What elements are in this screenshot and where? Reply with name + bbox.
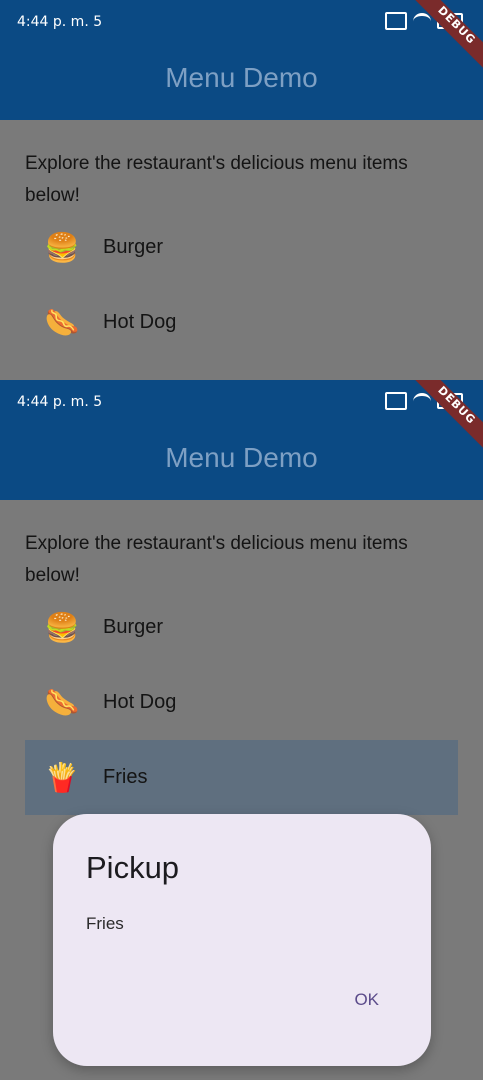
menu-item-hotdog[interactable]: 🌭 Hot Dog <box>25 285 458 360</box>
status-bar: 4:44 p. m. 5 <box>0 380 483 425</box>
fries-icon: 🍟 <box>44 761 80 794</box>
dialog-body: Fries <box>86 914 124 933</box>
burger-icon: 🍔 <box>44 611 80 644</box>
menu-item-label: Hot Dog <box>103 691 177 713</box>
ok-button[interactable]: OK <box>354 990 379 1010</box>
intro-text: Explore the restaurant's delicious menu … <box>25 153 408 206</box>
hotdog-icon: 🌭 <box>44 686 80 719</box>
hotdog-icon: 🌭 <box>44 306 80 339</box>
dialog-title: Pickup <box>86 850 180 885</box>
cast-icon <box>385 392 407 410</box>
app-bar: Menu Demo <box>0 425 483 500</box>
menu-item-label: Hot Dog <box>103 311 177 333</box>
menu-item-label: Burger <box>103 616 164 638</box>
menu-item-burger[interactable]: 🍔 Burger <box>25 590 458 665</box>
pickup-dialog: Pickup Fries OK <box>53 814 431 1066</box>
wifi-icon <box>413 392 431 410</box>
intro-text: Explore the restaurant's delicious menu … <box>25 533 408 586</box>
burger-icon: 🍔 <box>44 231 80 264</box>
status-time: 4:44 p. m. 5 <box>17 394 103 410</box>
cast-icon <box>385 12 407 30</box>
menu-item-fries[interactable]: 🍟 Fries <box>25 740 458 815</box>
wifi-icon <box>413 12 431 30</box>
page-title: Menu Demo <box>165 442 318 473</box>
menu-item-hotdog[interactable]: 🌭 Hot Dog <box>25 665 458 740</box>
status-bar: 4:44 p. m. 5 <box>0 0 483 45</box>
status-time: 4:44 p. m. 5 <box>17 14 103 30</box>
page-title: Menu Demo <box>165 62 318 93</box>
menu-item-burger[interactable]: 🍔 Burger <box>25 210 458 285</box>
menu-item-label: Burger <box>103 236 164 258</box>
content-area: Explore the restaurant's delicious menu … <box>0 120 483 380</box>
menu-item-label: Fries <box>103 766 148 788</box>
app-bar: Menu Demo <box>0 45 483 120</box>
screen-top: 4:44 p. m. 5 Menu Demo DEBUG Explore the… <box>0 0 483 380</box>
